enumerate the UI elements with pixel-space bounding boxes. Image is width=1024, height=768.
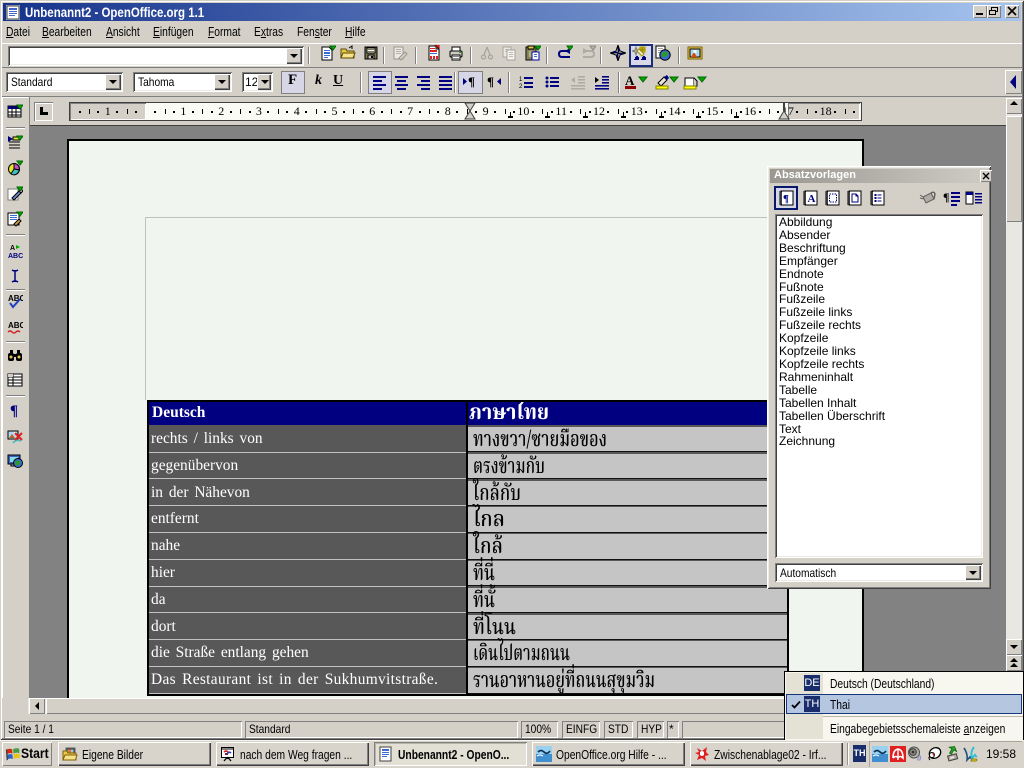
svg-text:ABC: ABC [8,321,23,330]
svg-text:¶: ¶ [468,74,475,89]
svg-text:2: 2 [519,84,523,90]
svg-text:¶: ¶ [783,193,789,205]
svg-text:1: 1 [519,77,523,83]
svg-text:A: A [10,245,15,252]
svg-text:¶: ¶ [10,403,18,418]
svg-text:¶: ¶ [487,74,494,89]
svg-text:A: A [625,74,635,88]
svg-text:¶: ¶ [943,190,949,204]
svg-text:A: A [808,193,816,205]
svg-text:ABC: ABC [8,294,23,303]
svg-text:ABC: ABC [8,253,23,259]
